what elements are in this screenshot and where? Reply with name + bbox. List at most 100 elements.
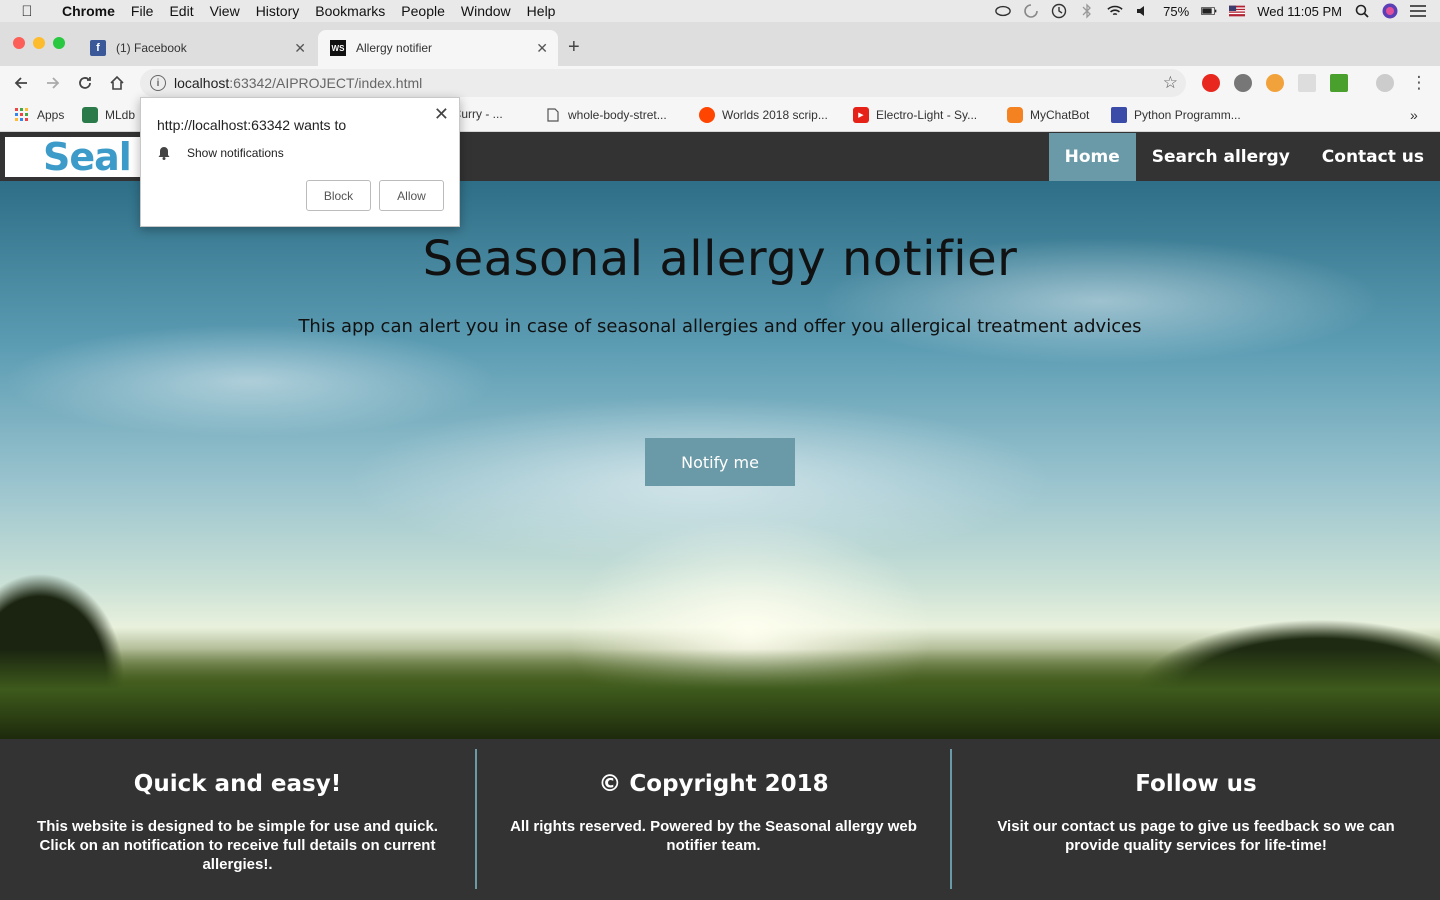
footer-column-quick: Quick and easy! This website is designed… <box>0 749 475 889</box>
site-info-icon[interactable]: i <box>150 75 166 91</box>
hero-subtitle: This app can alert you in case of season… <box>298 316 1142 337</box>
menu-app-name[interactable]: Chrome <box>54 3 123 19</box>
tab-close-icon[interactable]: ✕ <box>294 40 306 57</box>
extension-icon[interactable] <box>1298 74 1316 92</box>
menu-help[interactable]: Help <box>519 3 564 19</box>
footer-text: This website is designed to be simple fo… <box>37 818 438 873</box>
notification-permission-popup: http://localhost:63342 wants to ✕ Show n… <box>140 97 460 227</box>
menu-bookmarks[interactable]: Bookmarks <box>307 3 393 19</box>
nav-search-allergy[interactable]: Search allergy <box>1136 133 1306 181</box>
bookmark-label: Electro-Light - Sy... <box>876 108 978 122</box>
popup-close-icon[interactable]: ✕ <box>434 104 449 125</box>
extension-icon[interactable] <box>1266 74 1284 92</box>
profile-avatar-icon[interactable] <box>1376 74 1394 92</box>
bookmark-electro-light[interactable]: ▶ Electro-Light - Sy... <box>853 107 977 123</box>
menu-file[interactable]: File <box>123 3 162 19</box>
apple-menu-icon[interactable]:  <box>0 3 54 20</box>
footer-column-copyright: © Copyright 2018 All rights reserved. Po… <box>477 749 950 889</box>
hero-title: Seasonal allergy notifier <box>422 231 1018 287</box>
url-path: :63342/AIPROJECT/index.html <box>229 75 423 91</box>
spotlight-search-icon[interactable] <box>1354 3 1370 19</box>
footer-column-follow: Follow us Visit our contact us page to g… <box>952 749 1440 889</box>
hero-section: Seasonal allergy notifier This app can a… <box>0 181 1440 739</box>
allow-button[interactable]: Allow <box>379 180 444 211</box>
sync-icon[interactable] <box>1023 3 1039 19</box>
tab-title: (1) Facebook <box>116 41 187 55</box>
siri-icon[interactable] <box>1382 3 1398 19</box>
bookmark-worlds-2018[interactable]: Worlds 2018 scrip... <box>699 107 828 123</box>
menu-window[interactable]: Window <box>453 3 519 19</box>
back-arrow-icon[interactable] <box>10 72 32 94</box>
webstorm-icon: WS <box>330 40 346 56</box>
cors-extension-icon[interactable] <box>1330 74 1348 92</box>
menu-view[interactable]: View <box>202 3 248 19</box>
tab-close-icon[interactable]: ✕ <box>536 40 548 57</box>
window-close-icon[interactable] <box>13 37 25 49</box>
bell-icon <box>157 146 171 160</box>
chrome-menu-icon[interactable]: ⋮ <box>1408 72 1430 94</box>
clock[interactable]: Wed 11:05 PM <box>1257 4 1342 19</box>
menu-people[interactable]: People <box>393 3 453 19</box>
extension-icon[interactable] <box>1234 74 1252 92</box>
nav-home[interactable]: Home <box>1048 133 1136 181</box>
python-icon <box>1111 107 1127 123</box>
facebook-icon: f <box>90 40 106 56</box>
forward-arrow-icon[interactable] <box>42 72 64 94</box>
footer-heading: © Copyright 2018 <box>598 771 829 797</box>
site-footer: Quick and easy! This website is designed… <box>0 739 1440 900</box>
page-icon <box>545 107 561 123</box>
logo-text: Seal <box>43 137 132 177</box>
bluetooth-icon[interactable] <box>1079 3 1095 19</box>
tab-allergy-notifier[interactable]: WS Allergy notifier ✕ <box>318 30 558 66</box>
menu-history[interactable]: History <box>248 3 308 19</box>
chatbot-icon <box>1007 107 1023 123</box>
reddit-icon <box>699 107 715 123</box>
bookmark-mldb[interactable]: MLdb <box>82 107 135 123</box>
volume-icon[interactable] <box>1135 3 1151 19</box>
hero-background-grass <box>0 649 1440 739</box>
footer-text: Visit our contact us page to give us fee… <box>997 818 1395 854</box>
window-minimize-icon[interactable] <box>33 37 45 49</box>
bookmarks-overflow-chevron-icon[interactable]: » <box>1410 107 1418 123</box>
apps-grid-icon <box>14 107 30 123</box>
new-tab-icon[interactable]: + <box>568 36 580 59</box>
block-button[interactable]: Block <box>306 180 371 211</box>
battery-percent: 75% <box>1163 3 1190 19</box>
popup-title: http://localhost:63342 wants to <box>157 117 347 133</box>
bookmark-label: whole-body-stret... <box>568 108 667 122</box>
bookmark-mychatbot[interactable]: MyChatBot <box>1007 107 1089 123</box>
web-page: Seal Home Search allergy Contact us Seas… <box>0 133 1440 900</box>
url-host: localhost <box>174 75 230 91</box>
bookmark-python[interactable]: Python Programm... <box>1111 107 1241 123</box>
site-logo[interactable]: Seal <box>5 137 145 177</box>
mldb-icon <box>82 107 98 123</box>
address-bar[interactable]: i localhost:63342/AIPROJECT/index.html ☆ <box>140 69 1186 97</box>
notification-center-icon[interactable] <box>1410 3 1426 19</box>
wifi-icon[interactable] <box>1107 3 1123 19</box>
home-icon[interactable] <box>106 72 128 94</box>
footer-text: All rights reserved. Powered by the Seas… <box>510 818 917 854</box>
battery-icon[interactable] <box>1201 3 1217 19</box>
opera-extension-icon[interactable] <box>1202 74 1220 92</box>
tab-facebook[interactable]: f (1) Facebook ✕ <box>78 30 316 66</box>
us-flag-icon[interactable] <box>1229 3 1246 19</box>
bookmark-star-icon[interactable]: ☆ <box>1163 73 1178 93</box>
popup-permission-label: Show notifications <box>187 146 284 160</box>
nav-contact-us[interactable]: Contact us <box>1306 133 1440 181</box>
creative-cloud-icon[interactable] <box>995 3 1011 19</box>
footer-heading: Follow us <box>1135 771 1257 797</box>
menu-edit[interactable]: Edit <box>161 3 201 19</box>
time-machine-icon[interactable] <box>1051 3 1067 19</box>
browser-tab-strip: f (1) Facebook ✕ WS Allergy notifier ✕ + <box>0 22 1440 66</box>
bookmark-label: Python Programm... <box>1134 108 1241 122</box>
window-zoom-icon[interactable] <box>53 37 65 49</box>
youtube-icon: ▶ <box>853 107 869 123</box>
popup-permission-row: Show notifications <box>157 146 284 160</box>
site-nav-links: Home Search allergy Contact us <box>1048 133 1440 181</box>
bookmark-whole-body[interactable]: whole-body-stret... <box>545 107 667 123</box>
reload-icon[interactable] <box>74 72 96 94</box>
bookmark-label: MyChatBot <box>1030 108 1090 122</box>
bookmark-apps[interactable]: Apps <box>14 107 64 123</box>
tab-title: Allergy notifier <box>356 41 433 55</box>
notify-me-button[interactable]: Notify me <box>645 438 795 486</box>
